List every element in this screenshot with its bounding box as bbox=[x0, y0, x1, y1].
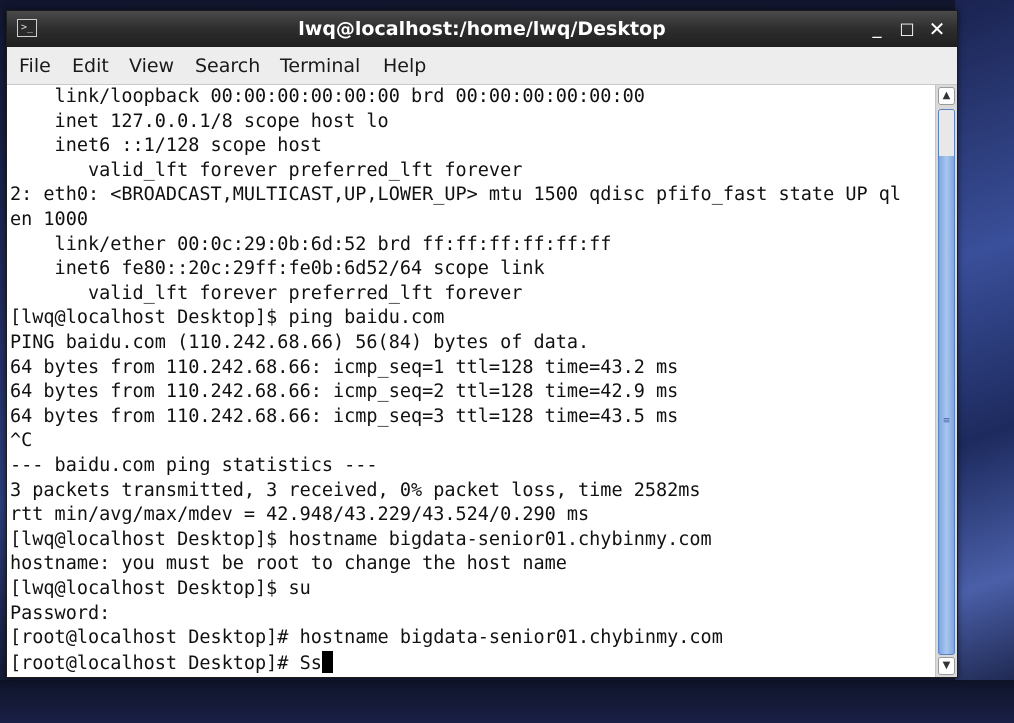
terminal-input[interactable]: Ss bbox=[300, 653, 322, 674]
terminal-line: link/ether 00:0c:29:0b:6d:52 brd ff:ff:f… bbox=[10, 233, 612, 255]
menu-search[interactable]: Search bbox=[195, 47, 260, 85]
desktop-panel bbox=[0, 680, 1014, 723]
menu-view[interactable]: View bbox=[129, 47, 174, 85]
terminal-line: link/loopback 00:00:00:00:00:00 brd 00:0… bbox=[10, 86, 645, 107]
menu-file[interactable]: File bbox=[19, 47, 51, 85]
menu-edit[interactable]: Edit bbox=[72, 47, 109, 85]
scrollbar-thumb-highlight bbox=[939, 110, 954, 156]
terminal-line: [lwq@localhost Desktop]$ hostname bigdat… bbox=[10, 528, 712, 550]
terminal-line: valid_lft forever preferred_lft forever bbox=[10, 282, 523, 304]
terminal-window: >_ lwq@localhost:/home/lwq/Desktop _ □ ✕… bbox=[6, 10, 958, 678]
terminal-prompt: [root@localhost Desktop]# bbox=[10, 652, 300, 674]
terminal-line: en 1000 bbox=[10, 209, 88, 230]
window-title: lwq@localhost:/home/lwq/Desktop bbox=[298, 18, 666, 40]
terminal-line: inet6 ::1/128 scope host bbox=[10, 135, 322, 157]
close-button[interactable]: ✕ bbox=[925, 17, 949, 41]
terminal-line: 64 bytes from 110.242.68.66: icmp_seq=1 … bbox=[10, 356, 679, 378]
maximize-button[interactable]: □ bbox=[895, 17, 919, 41]
terminal-line: --- baidu.com ping statistics --- bbox=[10, 455, 378, 476]
grip-icon: ≡ bbox=[942, 416, 951, 426]
terminal-line: ^C bbox=[10, 430, 33, 452]
terminal-line: [lwq@localhost Desktop]$ ping baidu.com bbox=[10, 307, 445, 329]
terminal-line: inet 127.0.0.1/8 scope host lo bbox=[10, 110, 389, 132]
menu-terminal[interactable]: Terminal bbox=[280, 47, 360, 85]
menu-help[interactable]: Help bbox=[383, 47, 426, 85]
terminal-output[interactable]: link/loopback 00:00:00:00:00:00 brd 00:0… bbox=[7, 85, 935, 677]
terminal-line: [lwq@localhost Desktop]$ su bbox=[10, 578, 311, 599]
terminal-prompt-line[interactable]: [root@localhost Desktop]# Ss bbox=[10, 650, 333, 676]
terminal-line: 64 bytes from 110.242.68.66: icmp_seq=3 … bbox=[10, 405, 679, 427]
text-cursor bbox=[321, 650, 333, 673]
scroll-up-arrow-icon[interactable]: ▲ bbox=[938, 87, 955, 105]
vertical-scrollbar[interactable]: ▲ ≡ ▼ bbox=[935, 85, 957, 677]
terminal-line: hostname: you must be root to change the… bbox=[10, 553, 567, 575]
desktop-background bbox=[955, 0, 1014, 723]
terminal-line: 3 packets transmitted, 3 received, 0% pa… bbox=[10, 479, 701, 501]
scrollbar-thumb[interactable]: ≡ bbox=[938, 109, 955, 655]
minimize-button[interactable]: _ bbox=[865, 17, 889, 41]
terminal-line: Password: bbox=[10, 602, 111, 624]
terminal-line: rtt min/avg/max/mdev = 42.948/43.229/43.… bbox=[10, 504, 590, 526]
terminal-line: 2: eth0: <BROADCAST,MULTICAST,UP,LOWER_U… bbox=[10, 184, 902, 206]
menu-bar: File Edit View Search Terminal Help bbox=[7, 47, 957, 85]
title-bar[interactable]: >_ lwq@localhost:/home/lwq/Desktop _ □ ✕ bbox=[7, 11, 957, 47]
terminal-line: inet6 fe80::20c:29ff:fe0b:6d52/64 scope … bbox=[10, 258, 545, 280]
terminal-line: valid_lft forever preferred_lft forever bbox=[10, 159, 523, 181]
scroll-down-arrow-icon[interactable]: ▼ bbox=[938, 657, 955, 675]
terminal-line: [root@localhost Desktop]# hostname bigda… bbox=[10, 627, 723, 649]
terminal-line: 64 bytes from 110.242.68.66: icmp_seq=2 … bbox=[10, 381, 679, 403]
terminal-line: PING baidu.com (110.242.68.66) 56(84) by… bbox=[10, 332, 590, 353]
